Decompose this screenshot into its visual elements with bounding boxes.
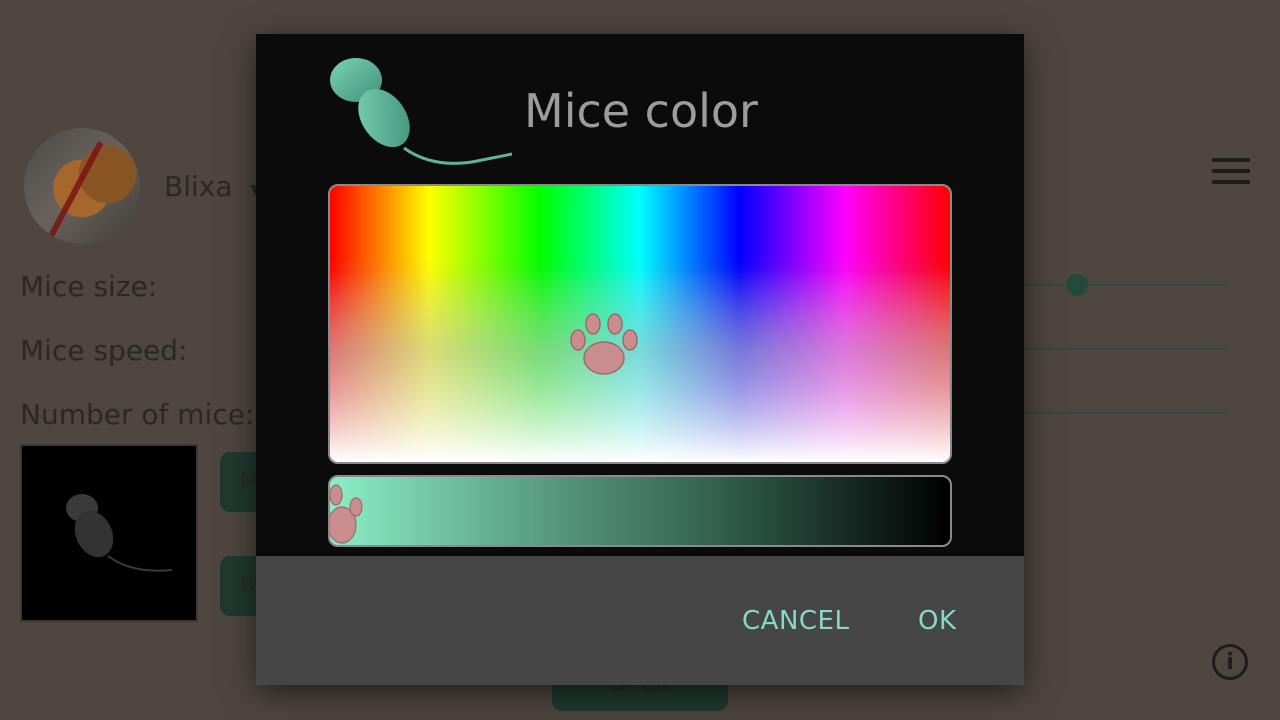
cancel-button[interactable]: CANCEL <box>742 606 849 636</box>
mice-size-slider[interactable] <box>1024 284 1228 286</box>
info-icon[interactable]: i <box>1212 644 1248 680</box>
mice-speed-label: Mice speed: <box>20 334 188 367</box>
menu-icon[interactable] <box>1212 158 1250 188</box>
mice-size-label: Mice size: <box>20 270 158 303</box>
hue-saturation-picker[interactable] <box>328 184 952 464</box>
ok-button[interactable]: OK <box>918 606 957 636</box>
mouse-preview-icon <box>66 494 173 572</box>
brightness-slider[interactable] <box>328 475 952 547</box>
mice-speed-slider[interactable] <box>1024 348 1228 350</box>
mouse-icon <box>330 58 513 165</box>
dialog-actions <box>256 556 1024 685</box>
mice-size-slider-thumb[interactable] <box>1066 274 1088 296</box>
avatar-leash <box>46 141 104 241</box>
paw-slider-thumb-icon[interactable] <box>330 479 366 547</box>
profile-avatar[interactable] <box>24 128 140 244</box>
paw-icon[interactable] <box>568 310 640 380</box>
mouse-preview <box>20 444 198 622</box>
profile-name[interactable]: Blixa <box>164 170 233 203</box>
dialog-title: Mice color <box>524 84 758 138</box>
number-of-mice-label: Number of mice: <box>20 398 255 431</box>
number-of-mice-slider[interactable] <box>1024 412 1228 414</box>
